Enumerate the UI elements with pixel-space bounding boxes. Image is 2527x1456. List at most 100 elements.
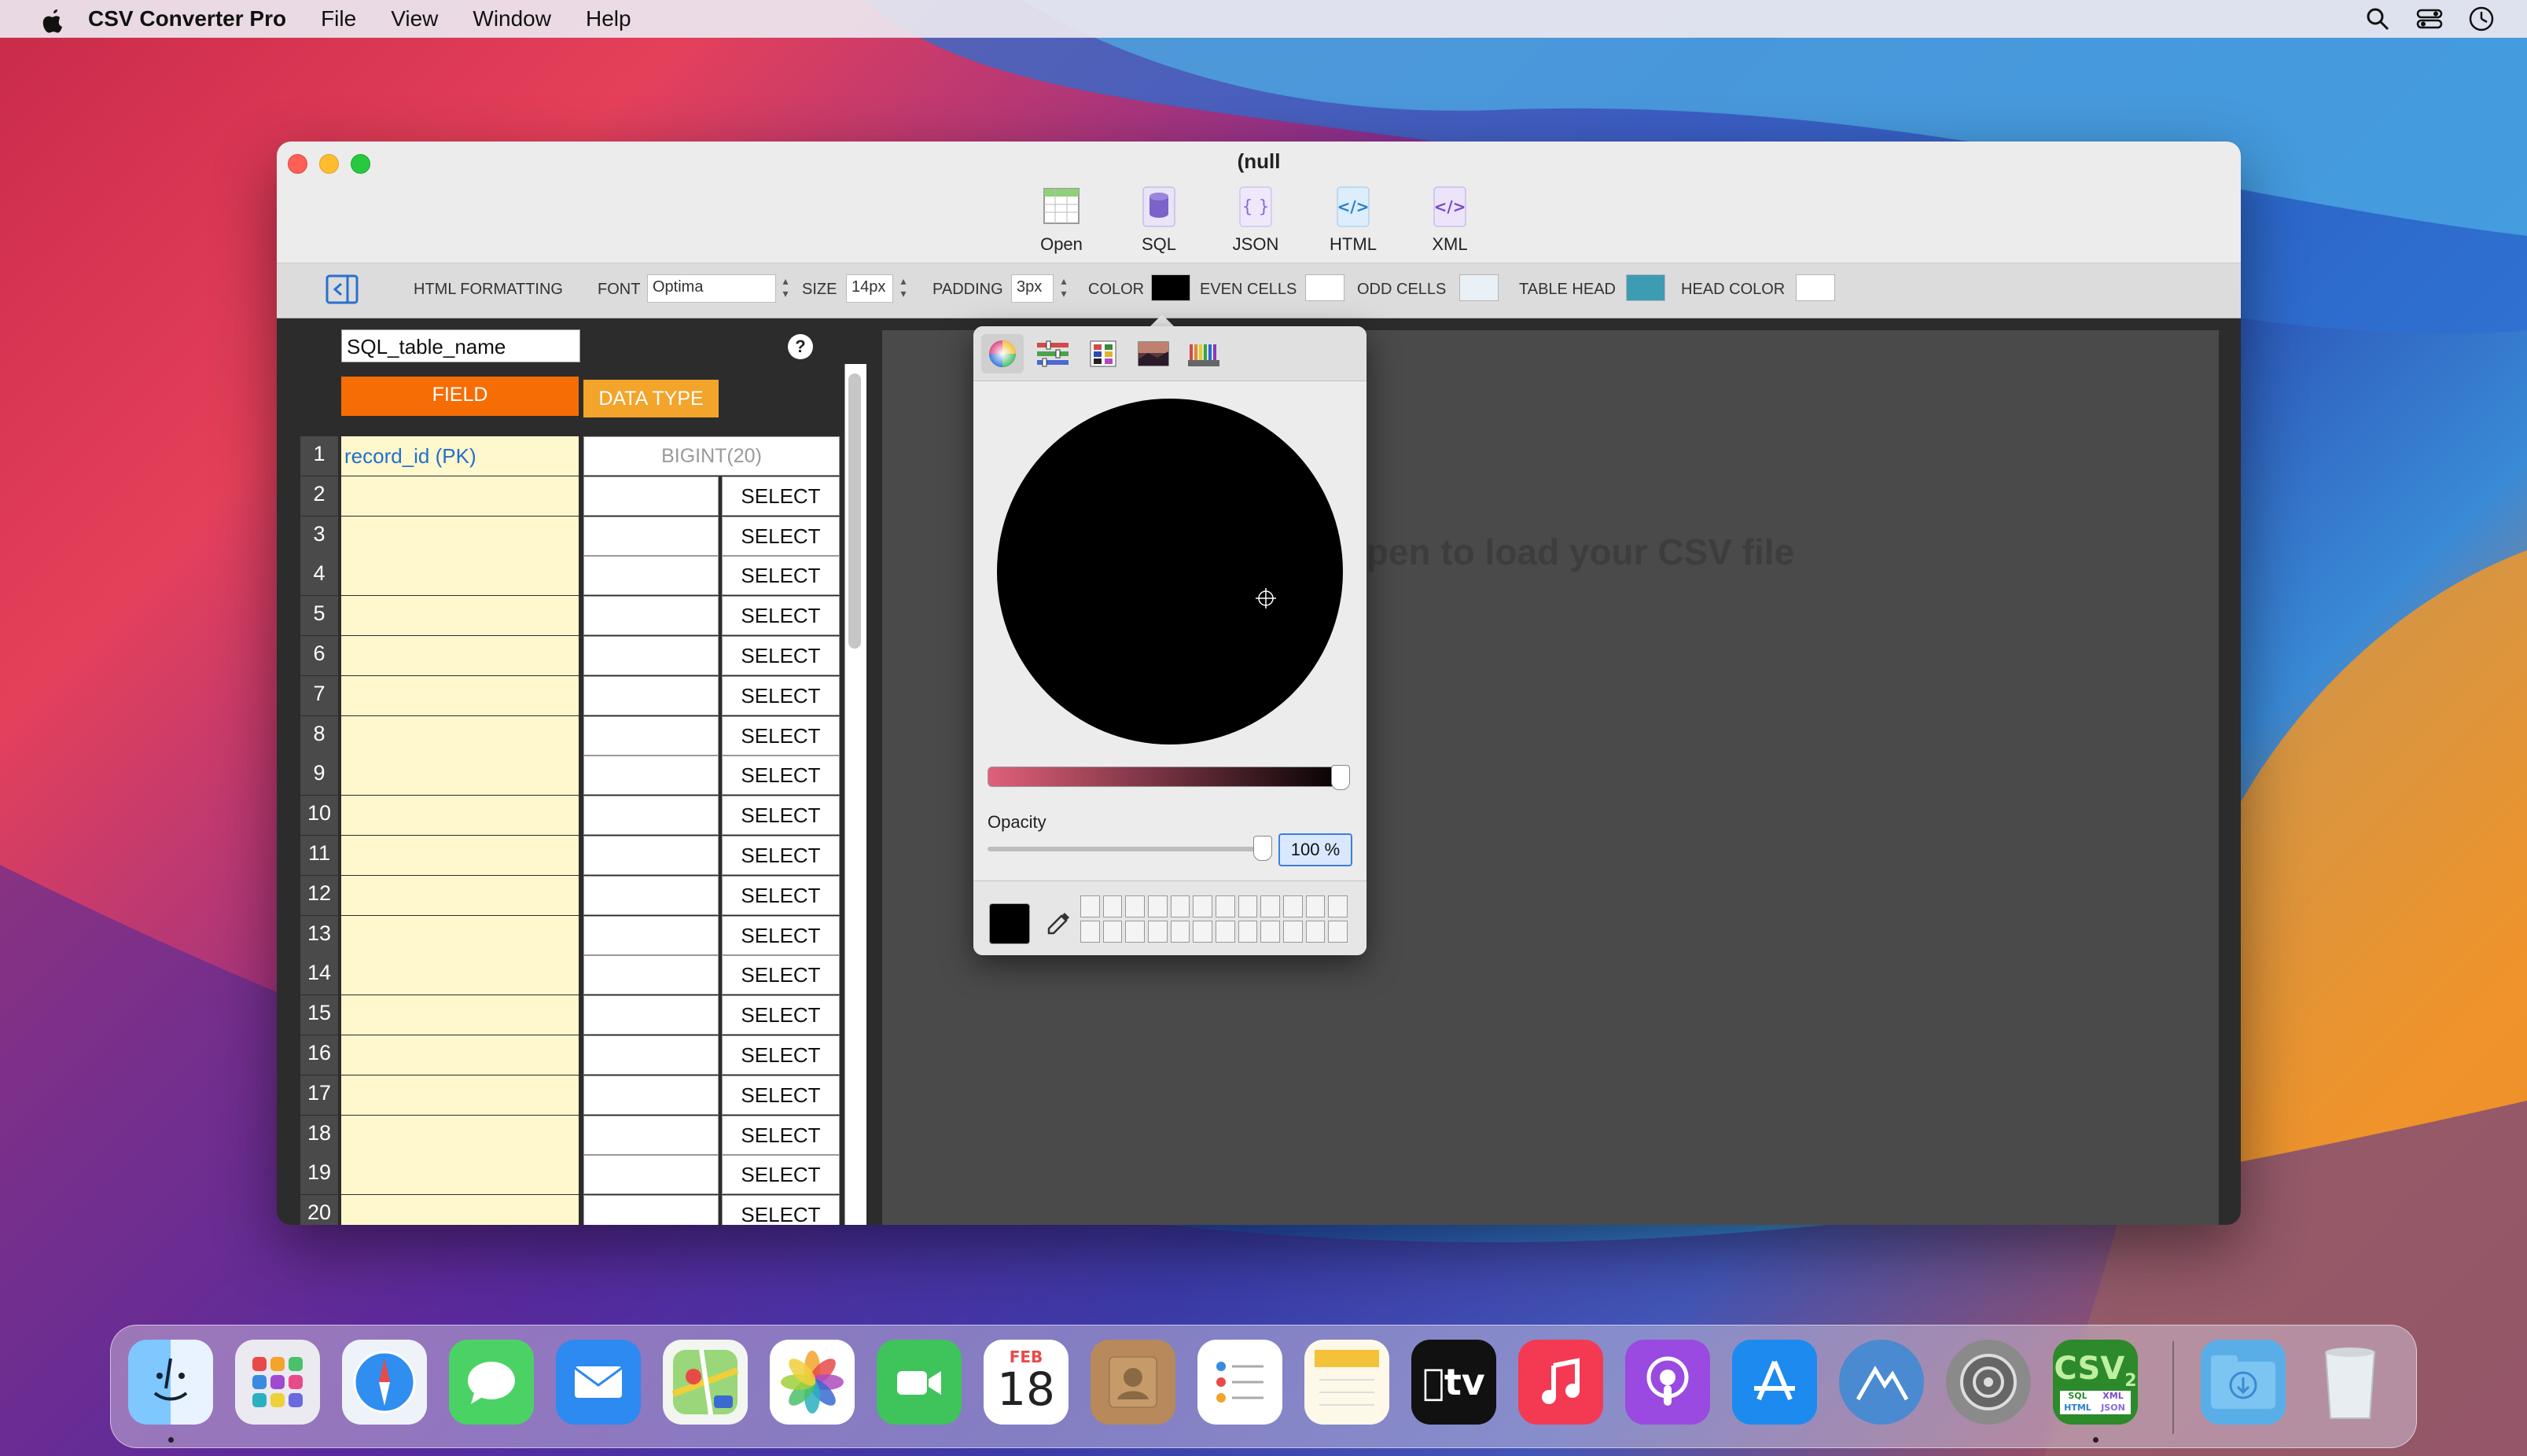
select-type-button[interactable]: SELECT: [722, 1115, 840, 1155]
field-name-cell[interactable]: [341, 1035, 579, 1075]
empty-color-swatch[interactable]: [1125, 921, 1145, 943]
select-type-button[interactable]: SELECT: [722, 995, 840, 1035]
empty-color-swatch[interactable]: [1147, 921, 1168, 943]
data-type-cell[interactable]: [583, 715, 719, 756]
field-name-cell[interactable]: [341, 875, 579, 915]
color-sliders-tab[interactable]: [1032, 334, 1074, 373]
empty-color-swatch[interactable]: [1170, 895, 1190, 917]
select-type-button[interactable]: SELECT: [722, 715, 840, 756]
field-name-cell[interactable]: [341, 1115, 579, 1155]
color-wheel-crosshair[interactable]: [1254, 586, 1278, 610]
empty-color-swatch[interactable]: [1238, 895, 1258, 917]
select-type-button[interactable]: SELECT: [722, 596, 840, 636]
empty-color-swatch[interactable]: [1282, 921, 1303, 943]
empty-color-swatch[interactable]: [1282, 895, 1303, 917]
color-wheel[interactable]: [997, 399, 1343, 745]
select-type-button[interactable]: SELECT: [722, 875, 840, 915]
even-cells-swatch[interactable]: [1305, 274, 1344, 301]
apple-menu-icon[interactable]: [31, 0, 77, 38]
data-type-cell[interactable]: [583, 1075, 719, 1115]
menu-help[interactable]: Help: [586, 6, 631, 31]
data-type-cell[interactable]: [583, 875, 719, 915]
data-type-cell[interactable]: [583, 1035, 719, 1075]
empty-color-swatch[interactable]: [1193, 921, 1212, 943]
data-type-cell[interactable]: [583, 596, 719, 636]
dock-calendar-icon[interactable]: FEB 18: [984, 1340, 1069, 1425]
data-type-cell[interactable]: [583, 1195, 719, 1225]
data-type-cell[interactable]: [583, 756, 719, 796]
dock-reminders-icon[interactable]: [1197, 1340, 1282, 1425]
dock-trash-icon[interactable]: [2308, 1340, 2393, 1425]
field-name-cell[interactable]: [341, 556, 579, 596]
toolbar-json-button[interactable]: { } JSON: [1212, 182, 1299, 261]
empty-color-swatch[interactable]: [1125, 895, 1145, 917]
field-name-cell[interactable]: [341, 596, 579, 636]
schema-scroll-thumb[interactable]: [848, 373, 861, 649]
dock-messages-icon[interactable]: [449, 1340, 534, 1425]
field-name-cell[interactable]: [341, 476, 579, 516]
dock-podcasts-icon[interactable]: [1625, 1340, 1710, 1425]
data-type-cell[interactable]: [583, 675, 719, 715]
select-type-button[interactable]: SELECT: [722, 1075, 840, 1115]
font-field[interactable]: Optima: [647, 274, 776, 303]
select-type-button[interactable]: SELECT: [722, 1155, 840, 1195]
field-name-cell[interactable]: [341, 915, 579, 955]
dock-maps-icon[interactable]: [663, 1340, 748, 1425]
app-name-menu[interactable]: CSV Converter Pro: [88, 6, 286, 31]
select-type-button[interactable]: SELECT: [722, 675, 840, 715]
eyedropper-icon[interactable]: [1044, 910, 1072, 938]
field-name-cell[interactable]: [341, 1195, 579, 1225]
field-name-cell[interactable]: [341, 675, 579, 715]
data-type-cell[interactable]: [583, 636, 719, 675]
clock-icon[interactable]: [2467, 5, 2496, 33]
brightness-slider-knob[interactable]: [1331, 765, 1350, 790]
data-type-cell[interactable]: [583, 516, 719, 556]
data-type-cell[interactable]: [583, 1115, 719, 1155]
menu-window[interactable]: Window: [473, 6, 551, 31]
control-center-icon[interactable]: [2415, 5, 2444, 33]
dock-music-icon[interactable]: [1518, 1340, 1603, 1425]
table-head-swatch[interactable]: [1626, 274, 1665, 301]
field-name-cell[interactable]: [341, 756, 579, 796]
dock-app-store-icon[interactable]: [1732, 1340, 1817, 1425]
empty-color-swatch[interactable]: [1102, 921, 1123, 943]
data-type-cell[interactable]: [583, 476, 719, 516]
color-swatch[interactable]: [1151, 274, 1190, 301]
empty-color-swatch[interactable]: [1305, 921, 1326, 943]
select-type-button[interactable]: SELECT: [722, 556, 840, 596]
toolbar-xml-button[interactable]: </> XML: [1407, 182, 1493, 261]
empty-color-swatch[interactable]: [1260, 895, 1280, 917]
spotlight-search-icon[interactable]: [2363, 5, 2392, 33]
empty-color-swatch[interactable]: [1215, 895, 1235, 917]
current-color-swatch[interactable]: [989, 903, 1030, 944]
menu-file[interactable]: File: [321, 6, 356, 31]
field-name-cell[interactable]: [341, 636, 579, 675]
data-type-cell[interactable]: [583, 556, 719, 596]
dock-contacts-icon[interactable]: [1091, 1340, 1175, 1425]
empty-color-swatch[interactable]: [1102, 895, 1123, 917]
brightness-slider[interactable]: [988, 767, 1349, 787]
data-type-cell[interactable]: [583, 836, 719, 875]
empty-color-swatch[interactable]: [1215, 921, 1235, 943]
empty-color-swatch[interactable]: [1080, 895, 1100, 917]
dock-notes-icon[interactable]: [1304, 1340, 1389, 1425]
dock-facetime-icon[interactable]: [877, 1340, 962, 1425]
toolbar-open-button[interactable]: Open: [1018, 182, 1105, 261]
select-type-button[interactable]: SELECT: [722, 756, 840, 796]
toolbar-sql-button[interactable]: SQL: [1116, 182, 1202, 261]
dock-finder-icon[interactable]: [128, 1340, 213, 1425]
color-palettes-tab[interactable]: [1082, 334, 1124, 373]
data-type-cell[interactable]: [583, 1155, 719, 1195]
empty-color-swatch[interactable]: [1080, 921, 1100, 943]
select-type-button[interactable]: SELECT: [722, 476, 840, 516]
select-type-button[interactable]: SELECT: [722, 1035, 840, 1075]
select-type-button[interactable]: SELECT: [722, 915, 840, 955]
toolbar-html-button[interactable]: </> HTML: [1310, 182, 1396, 261]
opacity-value-field[interactable]: 100 %: [1278, 833, 1352, 866]
empty-color-swatch[interactable]: [1238, 921, 1258, 943]
padding-stepper[interactable]: ▴ ▾: [1057, 274, 1071, 303]
odd-cells-swatch[interactable]: [1459, 274, 1499, 301]
dock-launchpad-icon[interactable]: [235, 1340, 320, 1425]
data-type-cell[interactable]: [583, 955, 719, 995]
empty-color-swatch[interactable]: [1170, 921, 1190, 943]
